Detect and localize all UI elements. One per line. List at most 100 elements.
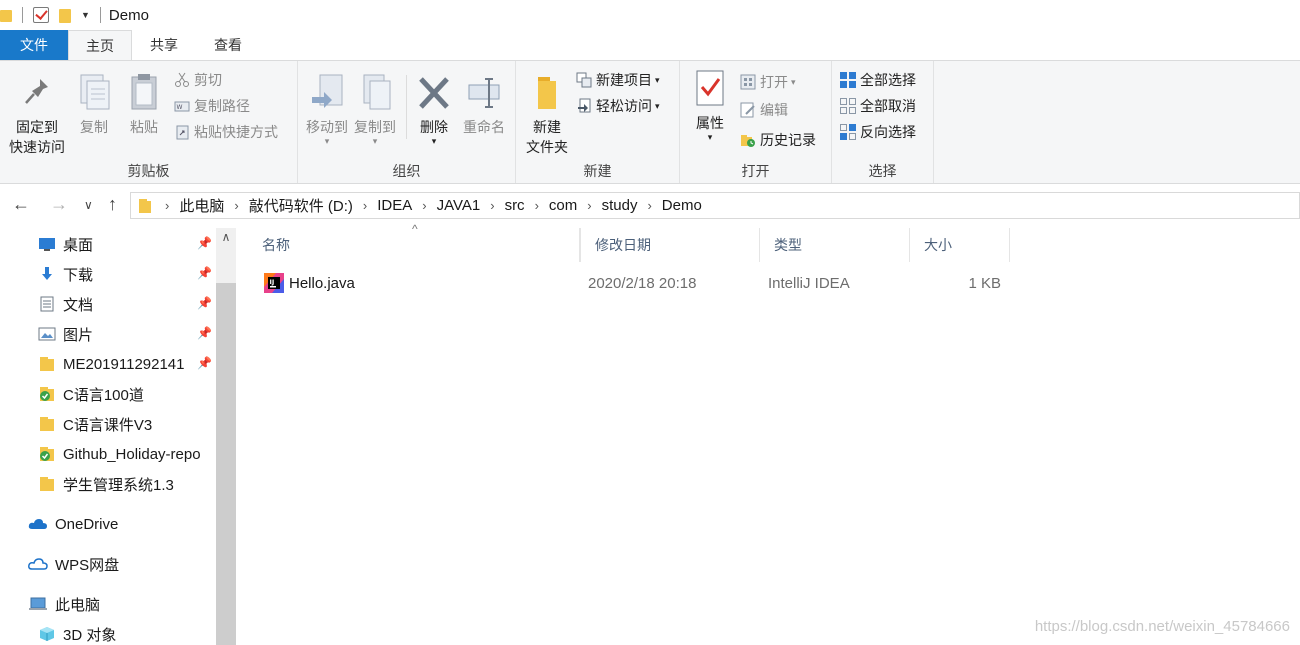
breadcrumb-chevron-icon[interactable]: › <box>363 198 367 213</box>
new-item-button[interactable]: 新建项目 ▾ <box>576 69 660 91</box>
breadcrumb-chevron-icon[interactable]: › <box>647 198 651 213</box>
breadcrumb-chevron-icon[interactable]: › <box>422 198 426 213</box>
new-item-icon <box>576 72 592 88</box>
paste-button[interactable]: 粘贴 <box>124 73 164 137</box>
pin-icon[interactable]: 📌 <box>197 266 212 280</box>
copy-label: 复制 <box>80 119 108 135</box>
cut-button[interactable]: 剪切 <box>174 69 222 91</box>
breadcrumb-study[interactable]: study <box>602 197 638 214</box>
edit-button[interactable]: 编辑 <box>740 99 788 121</box>
nav-item-label: C语言课件V3 <box>63 416 153 434</box>
breadcrumb-this-pc[interactable]: 此电脑 <box>179 195 224 216</box>
nav-item-wps-cloud[interactable]: WPS网盘 <box>28 549 206 579</box>
table-row[interactable]: IJ Hello.java 2020/2/18 20:18 IntelliJ I… <box>248 268 1008 298</box>
nav-item-onedrive[interactable]: OneDrive <box>28 509 206 539</box>
file-name-cell: IJ Hello.java <box>264 268 355 298</box>
nav-item-label: 3D 对象 <box>63 626 117 644</box>
pin-icon[interactable]: 📌 <box>197 356 212 370</box>
open-icon <box>740 74 756 90</box>
column-header-size[interactable]: 大小 <box>910 228 1010 262</box>
nav-pane-scrollbar[interactable]: ∧ <box>216 228 236 645</box>
pin-icon[interactable]: 📌 <box>197 236 212 250</box>
nav-item-c-100[interactable]: C语言100道 <box>38 379 216 409</box>
pin-to-quick-access-button[interactable]: 固定到 快速访问 <box>4 73 70 157</box>
copy-path-button[interactable]: W 复制路径 <box>174 95 250 117</box>
open-group: 属性 ▾ 打开 ▾ 编辑 历史记录 打开 <box>680 61 832 183</box>
nav-item-me201911292141[interactable]: ME201911292141 <box>38 349 216 379</box>
copy-to-button[interactable]: 复制到 ▾ <box>352 73 398 146</box>
move-to-button[interactable]: 移动到 ▾ <box>304 73 350 146</box>
recent-locations-chevron-icon[interactable]: ∨ <box>84 198 93 212</box>
file-size: 1 KB <box>968 274 1001 292</box>
scrollbar-thumb[interactable] <box>216 283 236 645</box>
nav-item-downloads[interactable]: 下载 <box>38 259 216 289</box>
column-header-modified[interactable]: 修改日期 <box>580 228 760 262</box>
delete-button[interactable]: 删除 ▾ <box>412 73 456 146</box>
easy-access-label: 轻松访问 <box>596 98 652 114</box>
breadcrumb-demo[interactable]: Demo <box>662 197 702 214</box>
nav-item-documents[interactable]: 文档 <box>38 289 216 319</box>
nav-item-this-pc[interactable]: 此电脑 <box>28 589 206 619</box>
breadcrumb-com[interactable]: com <box>549 197 577 214</box>
address-bar[interactable]: › 此电脑 › 敲代码软件 (D:) › IDEA › JAVA1 › src … <box>130 192 1300 219</box>
new-folder-button[interactable]: 新建 文件夹 <box>520 73 574 157</box>
breadcrumb-chevron-icon[interactable]: › <box>535 198 539 213</box>
back-arrow-icon[interactable]: ← <box>12 194 30 215</box>
paste-label: 粘贴 <box>130 119 158 135</box>
ribbon-tabs: 文件 主页 共享 查看 <box>0 30 1300 60</box>
nav-item-pictures[interactable]: 图片 <box>38 319 216 349</box>
easy-access-button[interactable]: 轻松访问 ▾ <box>576 95 660 117</box>
breadcrumb-chevron-icon[interactable]: › <box>165 198 169 213</box>
nav-item-label: 文档 <box>63 296 94 314</box>
copy-button[interactable]: 复制 <box>74 73 114 137</box>
new-folder-icon[interactable] <box>59 8 73 23</box>
open-button[interactable]: 打开 ▾ <box>740 71 796 93</box>
clipboard-group: 固定到 快速访问 复制 粘贴 剪切 W 复制路径 粘贴快捷方式 剪贴板 <box>0 61 298 183</box>
tab-home[interactable]: 主页 <box>68 30 132 60</box>
paste-icon <box>125 73 163 113</box>
invert-selection-button[interactable]: 反向选择 <box>840 121 916 143</box>
invert-selection-icon <box>840 124 856 140</box>
copy-path-icon: W <box>174 98 190 114</box>
open-label: 打开 <box>760 74 788 90</box>
synced-folder-icon <box>38 386 56 402</box>
paste-shortcut-button[interactable]: 粘贴快捷方式 <box>174 121 278 143</box>
nav-item-student-system[interactable]: 学生管理系统1.3 <box>38 469 216 499</box>
properties-check-icon[interactable] <box>33 7 49 23</box>
up-arrow-icon[interactable]: ↑ <box>108 194 117 215</box>
scroll-up-chevron-icon[interactable]: ∧ <box>216 230 236 244</box>
breadcrumb-chevron-icon[interactable]: › <box>490 198 494 213</box>
tab-file[interactable]: 文件 <box>0 30 68 60</box>
pin-icon[interactable]: 📌 <box>197 326 212 340</box>
select-all-button[interactable]: 全部选择 <box>840 69 916 91</box>
breadcrumb-java1[interactable]: JAVA1 <box>437 197 481 214</box>
breadcrumb-src[interactable]: src <box>505 197 525 214</box>
breadcrumb-drive-d[interactable]: 敲代码软件 (D:) <box>249 195 353 216</box>
nav-item-github-holiday[interactable]: Github_Holiday-repo <box>38 439 216 469</box>
breadcrumb-chevron-icon[interactable]: › <box>587 198 591 213</box>
documents-icon <box>38 296 56 312</box>
breadcrumb-idea[interactable]: IDEA <box>377 197 412 214</box>
breadcrumb-chevron-icon[interactable]: › <box>234 198 238 213</box>
history-button[interactable]: 历史记录 <box>740 129 816 151</box>
rename-button[interactable]: 重命名 <box>458 73 510 137</box>
tab-share[interactable]: 共享 <box>132 30 196 60</box>
select-all-label: 全部选择 <box>860 72 916 88</box>
folder-icon <box>38 416 56 432</box>
select-none-button[interactable]: 全部取消 <box>840 95 916 117</box>
column-header-name[interactable]: 名称 <box>248 228 580 262</box>
nav-item-3d-objects[interactable]: 3D 对象 <box>38 619 216 645</box>
forward-arrow-icon[interactable]: → <box>50 194 68 215</box>
customize-dropdown-icon[interactable]: ▼ <box>81 10 90 20</box>
properties-button[interactable]: 属性 ▾ <box>688 69 732 142</box>
tab-view[interactable]: 查看 <box>196 30 260 60</box>
nav-item-c-courseware[interactable]: C语言课件V3 <box>38 409 216 439</box>
column-header-type[interactable]: 类型 <box>760 228 910 262</box>
copy-icon <box>75 73 113 113</box>
pin-icon[interactable]: 📌 <box>197 296 212 310</box>
select-group: 全部选择 全部取消 反向选择 选择 <box>832 61 934 183</box>
properties-icon <box>691 69 729 109</box>
file-modified: 2020/2/18 20:18 <box>588 274 697 292</box>
nav-item-desktop[interactable]: 桌面 <box>38 229 216 259</box>
select-all-icon <box>840 72 856 88</box>
